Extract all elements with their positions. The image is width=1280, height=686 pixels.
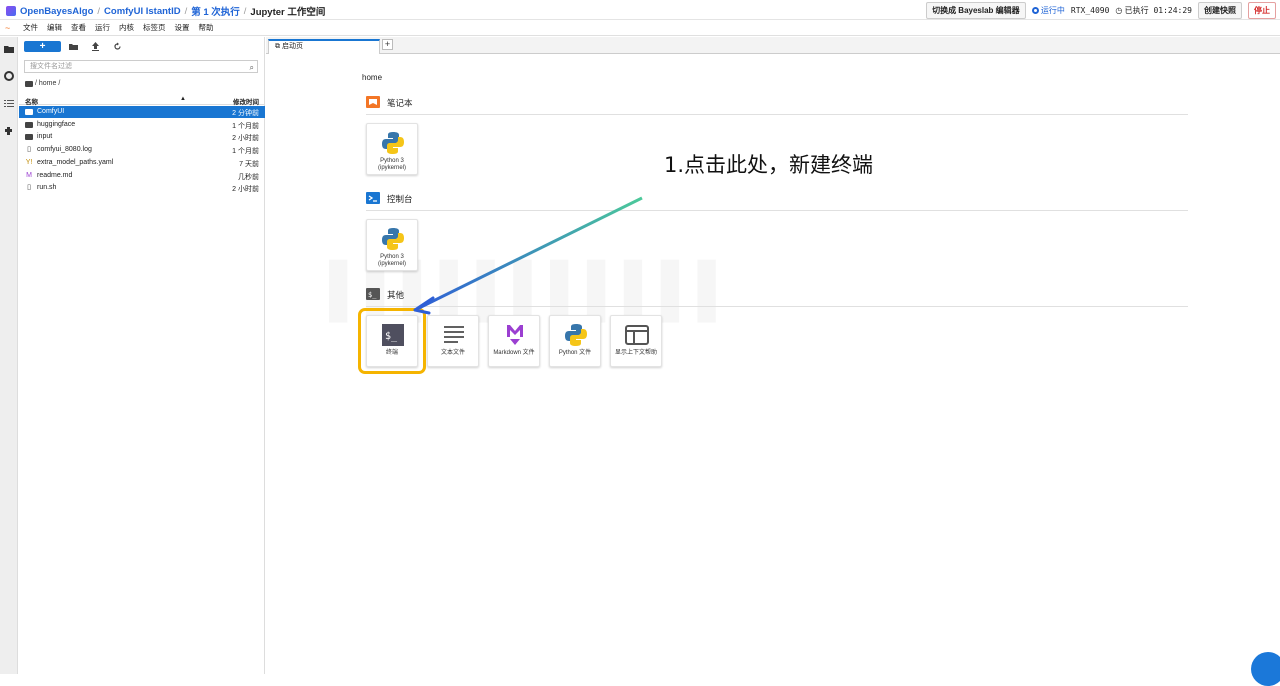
refresh-icon[interactable]: [113, 42, 122, 51]
column-name[interactable]: 名称: [25, 96, 38, 106]
menu-file[interactable]: 文件: [23, 22, 38, 33]
add-tab-button[interactable]: +: [382, 39, 393, 50]
context-help-icon: [625, 325, 649, 345]
file-row[interactable]: ▯ comfyui_8080.log 1 个月前: [19, 144, 265, 156]
file-browser: + 搜文件名过滤 ⌕ / home / 名称 ▲ 修改时间 ComfyUI 2 分…: [19, 37, 265, 674]
launcher-panel: ▌▌▌▌▌▌▌▌▌▌▌ home 笔记本 Python 3(ipykernel)…: [269, 55, 1280, 686]
menu-tabs[interactable]: 标签页: [143, 22, 166, 33]
menu-help[interactable]: 帮助: [199, 22, 214, 33]
console-section-icon: [366, 192, 380, 204]
markdown-file-card[interactable]: Markdown 文件: [488, 315, 540, 367]
menu-kernel[interactable]: 内核: [119, 22, 134, 33]
file-name: input: [37, 133, 53, 141]
running-kernels-icon[interactable]: [4, 71, 14, 81]
folder-icon[interactable]: [4, 44, 14, 54]
file-row[interactable]: huggingface 1 个月前: [19, 119, 265, 131]
annotation-text: 1.点击此处，新建终端: [664, 153, 874, 177]
tab-bar: ⧉ 启动页 +: [266, 37, 1280, 54]
file-modified-time: 2 小时前: [232, 135, 259, 143]
chat-support-icon[interactable]: [1251, 652, 1280, 686]
file-name: readme.md: [37, 171, 73, 179]
breadcrumb: OpenBayesAlgo / ComfyUI IstantID / 第 1 次…: [6, 4, 325, 18]
file-row[interactable]: ▯ run.sh 2 小时前: [19, 182, 265, 194]
new-folder-icon[interactable]: [69, 42, 78, 51]
upload-icon[interactable]: [91, 42, 100, 51]
running-dot-icon: [1031, 7, 1039, 14]
notebook-python3-card[interactable]: Python 3 (ipykernel): [366, 123, 418, 175]
stop-button[interactable]: 停止: [1248, 2, 1276, 19]
yaml-file-icon: Y!: [25, 158, 33, 166]
folder-icon: [25, 108, 33, 116]
notebook-section-title: 笔记本: [387, 98, 413, 108]
menu-edit[interactable]: 编辑: [47, 22, 62, 33]
menu-view[interactable]: 查看: [71, 22, 86, 33]
running-status: 运行中: [1031, 5, 1065, 16]
jupyter-logo-icon: ~: [5, 23, 11, 33]
file-row[interactable]: Mreadme.md 几秒前: [19, 170, 265, 182]
file-list-header: 名称 ▲ 修改时间: [19, 94, 265, 106]
elapsed-time: ◷ 已执行 01:24:29: [1115, 6, 1192, 15]
file-name: run.sh: [37, 184, 57, 192]
table-of-contents-icon[interactable]: [4, 99, 14, 109]
tab-launcher[interactable]: ⧉ 启动页: [268, 39, 380, 54]
top-bar: OpenBayesAlgo / ComfyUI IstantID / 第 1 次…: [0, 0, 1280, 20]
launcher-tab-icon: ⧉: [275, 43, 280, 50]
breadcrumb-run[interactable]: 第 1 次执行: [191, 4, 240, 18]
menu-bar: ~ 文件 编辑 查看 运行 内核 标签页 设置 帮助: [0, 20, 1280, 36]
file-name: huggingface: [37, 120, 76, 128]
clock-icon: ◷: [1115, 6, 1123, 15]
context-help-card[interactable]: 显示上下文帮助: [610, 315, 662, 367]
sort-ascending-icon: ▲: [180, 96, 186, 102]
file-modified-time: 1 个月前: [232, 122, 259, 130]
breadcrumb-project[interactable]: ComfyUI IstantID: [104, 6, 181, 17]
python-logo-icon: [382, 228, 404, 250]
file-filter-input[interactable]: 搜文件名过滤 ⌕: [24, 60, 258, 73]
terminal-highlight-box: [358, 308, 426, 374]
file-row[interactable]: ComfyUI 2 分钟前: [19, 106, 265, 118]
notebook-section-icon: [366, 96, 380, 108]
markdown-icon: [507, 325, 523, 345]
extensions-icon[interactable]: [4, 126, 14, 136]
file-row[interactable]: Y! extra_model_paths.yaml 7 天前: [19, 157, 265, 169]
search-icon: ⌕: [249, 63, 254, 72]
new-launcher-button[interactable]: +: [24, 41, 61, 52]
file-name: extra_model_paths.yaml: [37, 158, 114, 166]
text-file-card[interactable]: 文本文件: [427, 315, 479, 367]
openbayes-logo-icon: [6, 6, 16, 16]
file-modified-time: 2 小时前: [232, 186, 259, 194]
create-snapshot-button[interactable]: 创建快照: [1198, 2, 1242, 19]
launcher-home-path: home: [362, 73, 383, 82]
text-file-icon: [444, 326, 464, 343]
other-section-icon: $_: [366, 288, 380, 300]
folder-icon: [25, 133, 33, 141]
python-logo-icon: [565, 324, 587, 346]
python-logo-icon: [382, 132, 404, 154]
file-modified-time: 1 个月前: [232, 148, 259, 156]
other-section-title: 其他: [387, 290, 405, 300]
file-name: ComfyUI: [37, 108, 65, 115]
folder-icon: [25, 81, 33, 87]
file-icon: ▯: [27, 184, 31, 192]
gpu-label: RTX_4090: [1070, 6, 1110, 15]
menu-settings[interactable]: 设置: [175, 22, 190, 33]
file-modified-time: 2 分钟前: [232, 110, 259, 117]
activity-bar: [0, 37, 18, 674]
python-file-card[interactable]: Python 文件: [549, 315, 601, 367]
switch-editor-button[interactable]: 切换成 Bayeslab 编辑器: [926, 2, 1026, 19]
file-row[interactable]: input 2 小时前: [19, 131, 265, 143]
column-modified[interactable]: 修改时间: [233, 96, 259, 106]
breadcrumb-org[interactable]: OpenBayesAlgo: [20, 6, 93, 17]
file-path-breadcrumb: / home /: [25, 80, 60, 87]
file-modified-time: 7 天前: [239, 160, 259, 168]
folder-icon: [25, 121, 33, 129]
file-icon: ▯: [27, 146, 31, 154]
file-name: comfyui_8080.log: [37, 146, 92, 154]
file-modified-time: 几秒前: [238, 173, 259, 181]
annotation-arrow: [413, 196, 643, 315]
svg-text:$_: $_: [368, 291, 377, 299]
markdown-file-icon: M: [26, 171, 32, 179]
menu-run[interactable]: 运行: [95, 22, 110, 33]
page-title: Jupyter 工作空间: [250, 7, 326, 18]
